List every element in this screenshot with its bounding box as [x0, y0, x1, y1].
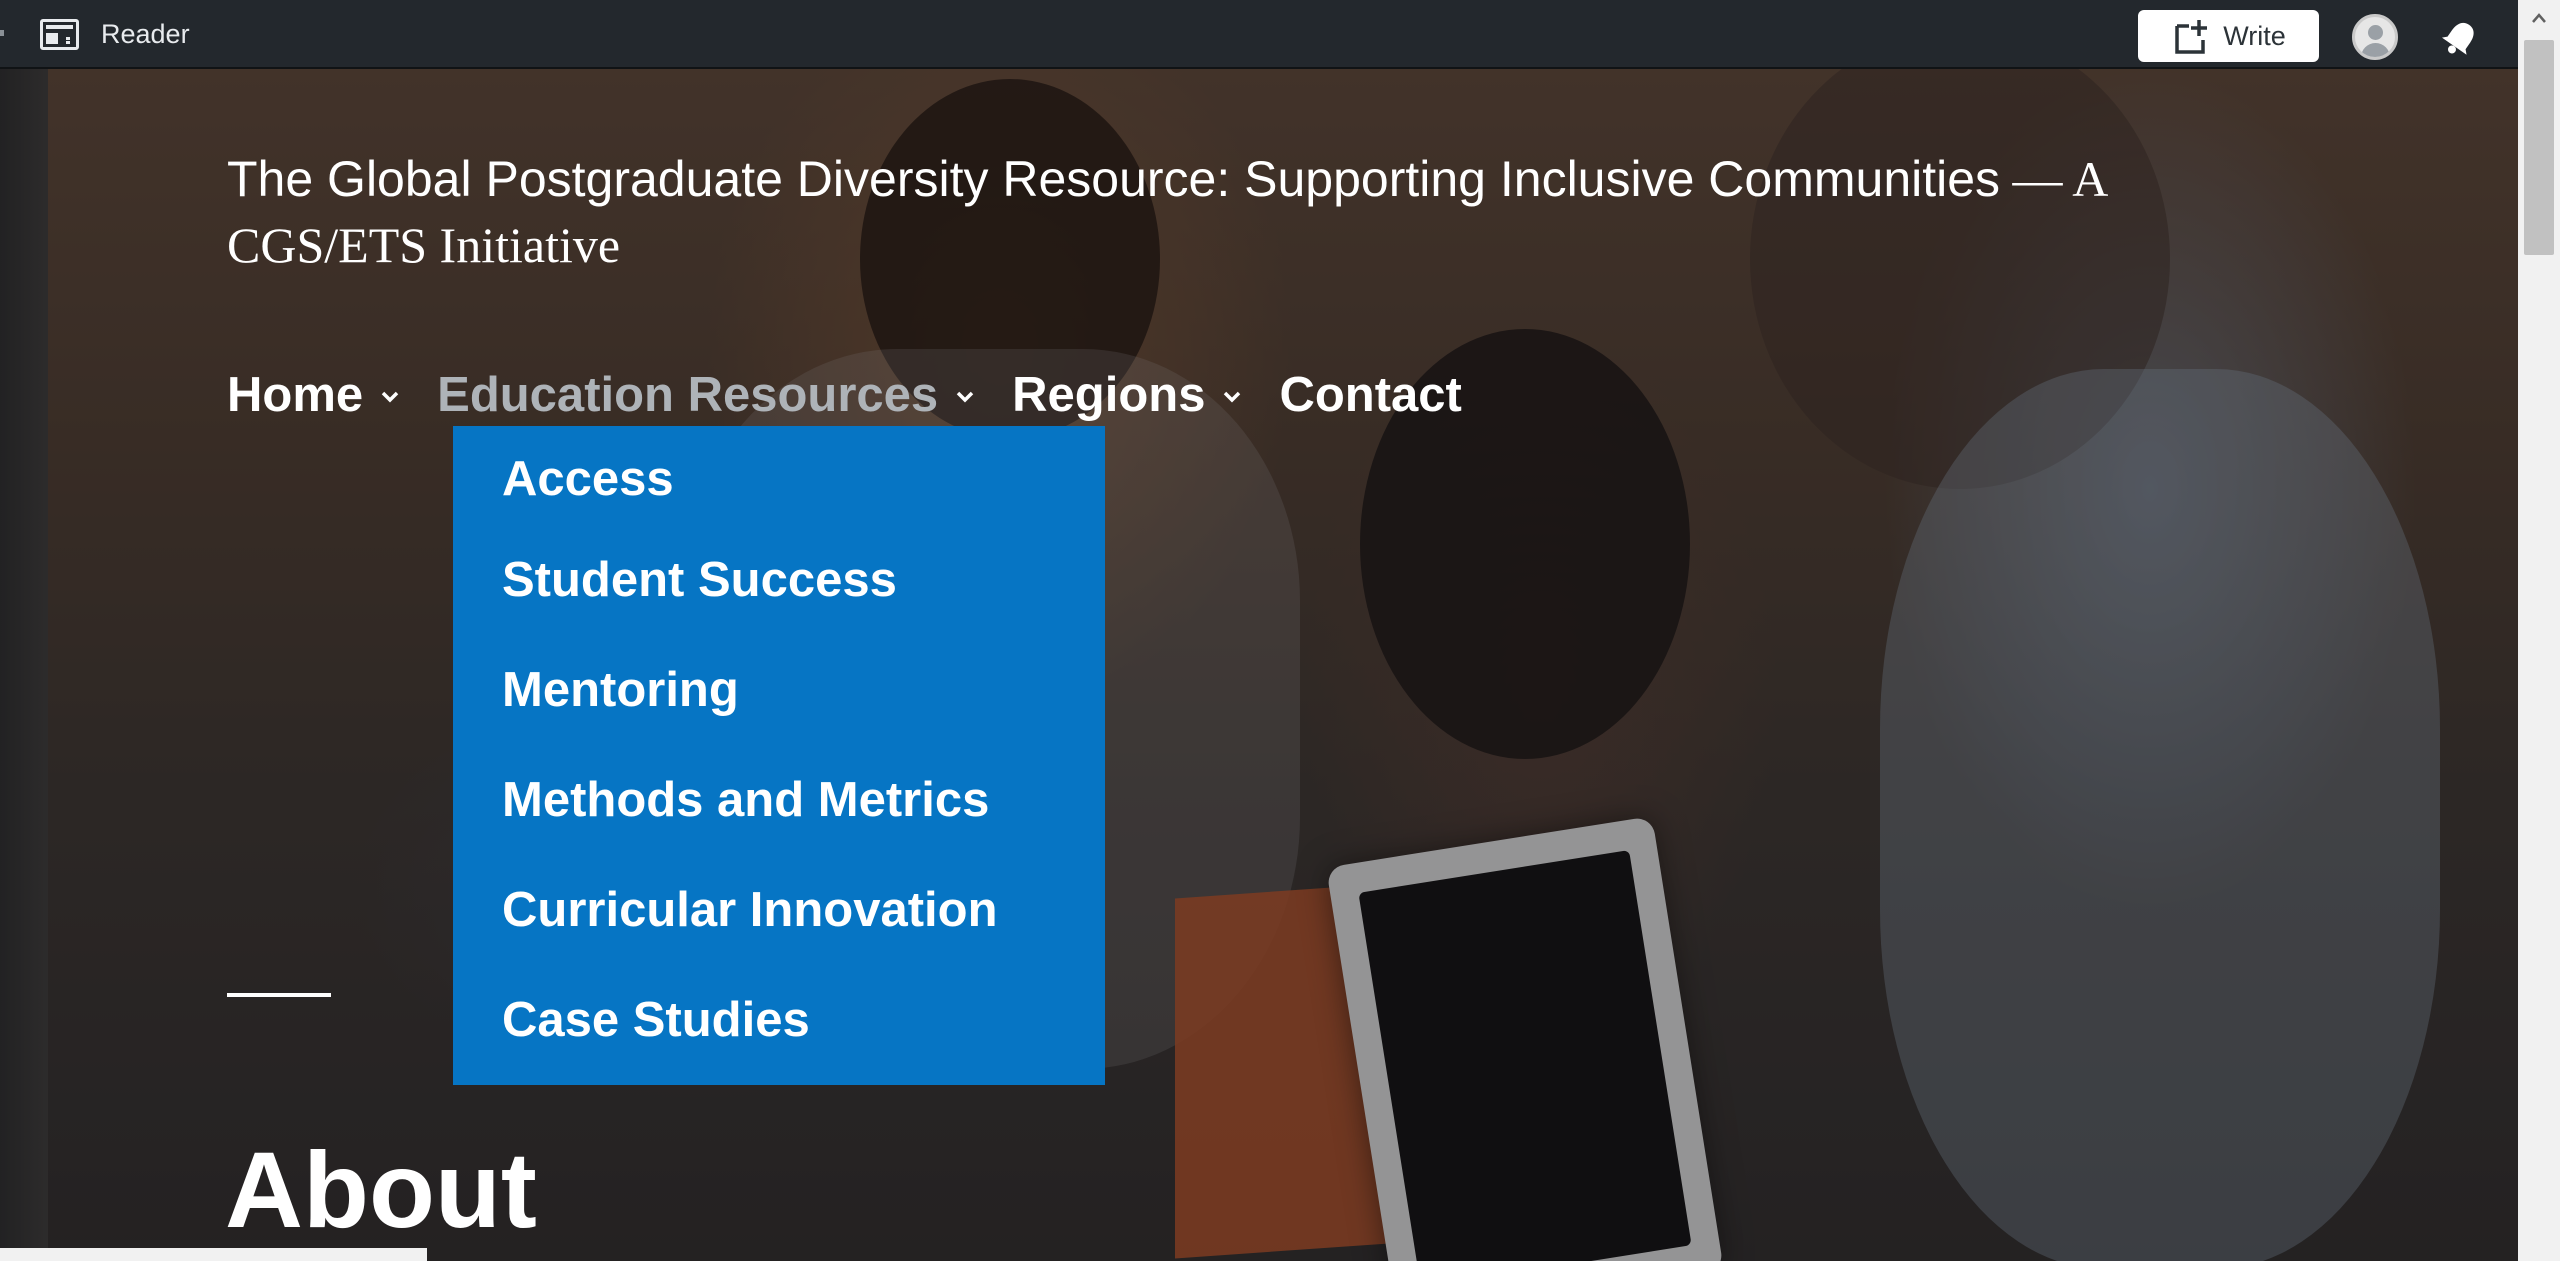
chevron-down-icon [956, 391, 974, 403]
reader-label: Reader [101, 19, 190, 49]
chevron-down-icon [381, 391, 399, 403]
main-navigation: Home Education Resources Regions Contact [227, 362, 1498, 428]
user-avatar-icon[interactable] [2352, 14, 2398, 60]
education-resources-dropdown: Access Student Success Mentoring Methods… [453, 426, 1105, 1085]
nav-item-education-resources[interactable]: Education Resources [437, 367, 976, 423]
page-title: About [225, 1129, 537, 1251]
reader-link[interactable]: Reader [40, 0, 190, 69]
nav-item-label: Contact [1279, 368, 1462, 422]
nav-item-label: Regions [1012, 368, 1206, 422]
nav-item-home[interactable]: Home [227, 367, 401, 423]
nav-item-regions[interactable]: Regions [1012, 367, 1243, 423]
site-title[interactable]: The Global Postgraduate Diversity Resour… [227, 146, 2157, 278]
status-bar-strip [0, 1248, 427, 1261]
edge-marker [0, 30, 4, 36]
write-plus-icon [2171, 16, 2211, 56]
dropdown-item-case-studies[interactable]: Case Studies [453, 965, 1105, 1075]
nav-item-label: Home [227, 368, 364, 422]
page-scrollbar[interactable] [2518, 0, 2560, 1261]
section-divider [227, 993, 331, 997]
site-title-main: The Global Postgraduate Diversity Resour… [227, 151, 2001, 207]
dropdown-item-curricular-innovation[interactable]: Curricular Innovation [453, 855, 1105, 965]
top-admin-bar: Reader Write [0, 0, 2560, 69]
dropdown-item-student-success[interactable]: Student Success [453, 525, 1105, 635]
write-label: Write [2223, 20, 2286, 51]
dropdown-item-mentoring[interactable]: Mentoring [453, 635, 1105, 745]
write-button[interactable]: Write [2138, 10, 2319, 62]
chevron-down-icon [1224, 391, 1241, 403]
scrollbar-thumb[interactable] [2524, 40, 2554, 255]
scroll-up-arrow-icon[interactable] [2518, 0, 2560, 36]
dropdown-item-access[interactable]: Access [453, 453, 1105, 525]
nav-item-contact[interactable]: Contact [1279, 367, 1461, 423]
dropdown-item-methods-and-metrics[interactable]: Methods and Metrics [453, 745, 1105, 855]
nav-item-label: Education Resources [437, 368, 939, 422]
reader-icon [40, 19, 79, 50]
bell-icon[interactable] [2438, 16, 2482, 60]
